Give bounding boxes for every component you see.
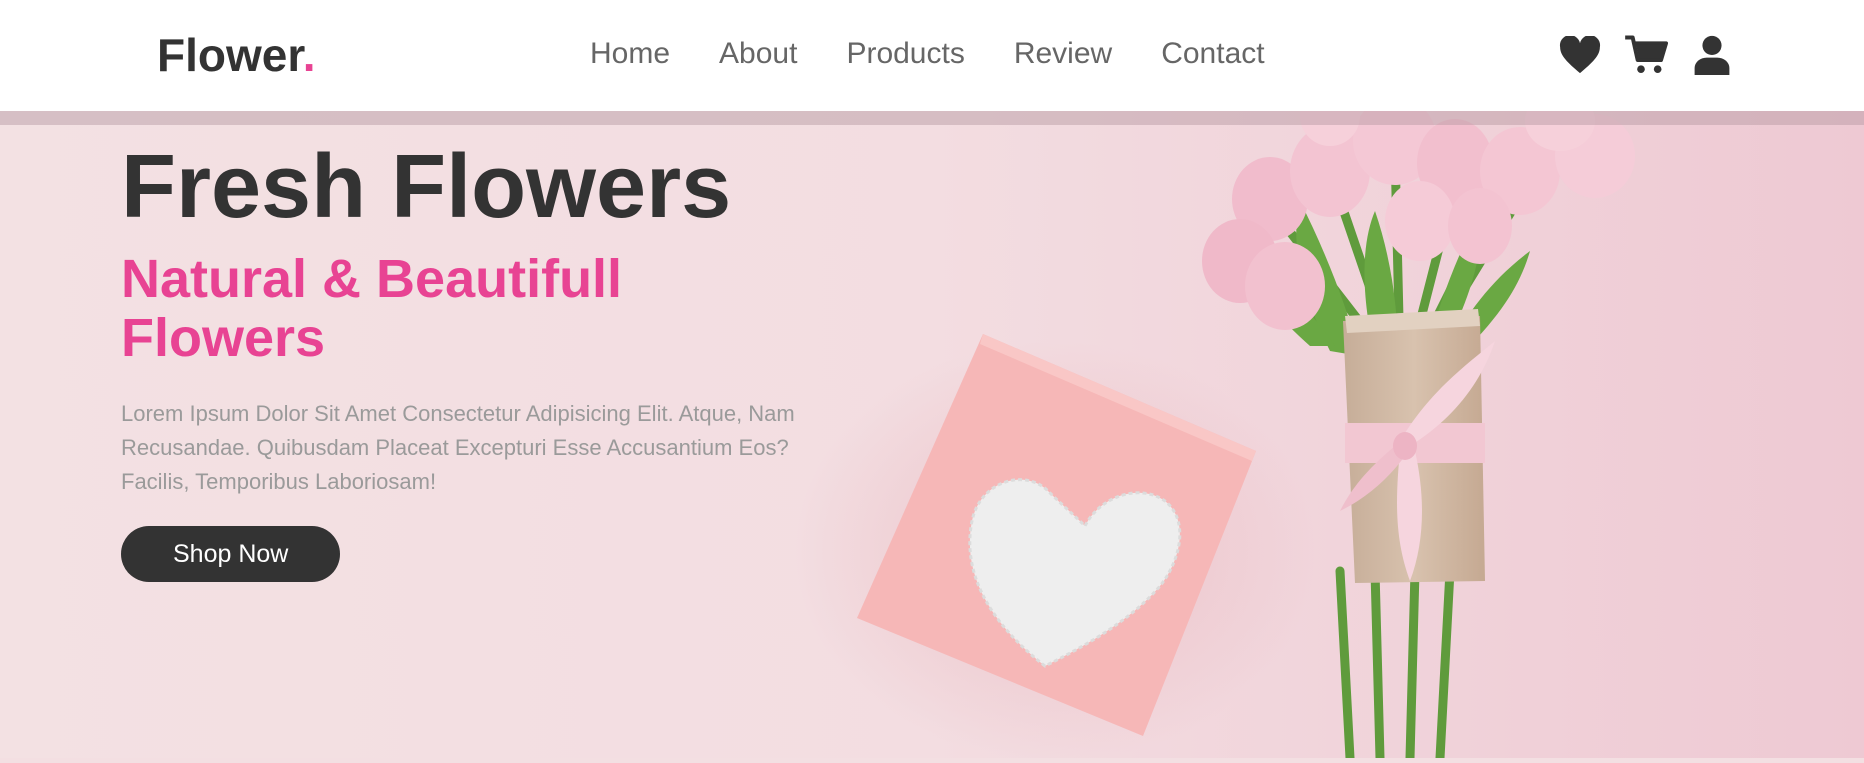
site-header: Flower. Home About Products Review Conta… bbox=[0, 0, 1864, 111]
cart-icon[interactable] bbox=[1624, 34, 1668, 76]
header-shadow-strip bbox=[0, 111, 1864, 125]
hero-subtitle: Natural & Beautifull Flowers bbox=[121, 249, 623, 369]
header-icons bbox=[1558, 34, 1734, 76]
logo-text: Flower bbox=[157, 29, 303, 81]
nav-contact[interactable]: Contact bbox=[1161, 37, 1264, 71]
nav-home[interactable]: Home bbox=[590, 37, 670, 71]
nav-products[interactable]: Products bbox=[846, 37, 964, 71]
logo-dot: . bbox=[302, 29, 316, 81]
user-icon[interactable] bbox=[1690, 34, 1734, 76]
logo[interactable]: Flower. bbox=[157, 28, 316, 82]
hero-description: Lorem Ipsum Dolor Sit Amet Consectetur A… bbox=[121, 400, 795, 494]
heart-icon[interactable] bbox=[1558, 34, 1602, 76]
nav-review[interactable]: Review bbox=[1014, 37, 1112, 71]
main-nav: Home About Products Review Contact bbox=[590, 37, 1265, 71]
nav-about[interactable]: About bbox=[719, 37, 797, 71]
hero-title: Fresh Flowers bbox=[121, 137, 732, 237]
shop-now-button[interactable]: Shop Now bbox=[121, 525, 341, 582]
hero-content: Fresh Flowers Natural & Beautifull Flowe… bbox=[121, 130, 841, 582]
